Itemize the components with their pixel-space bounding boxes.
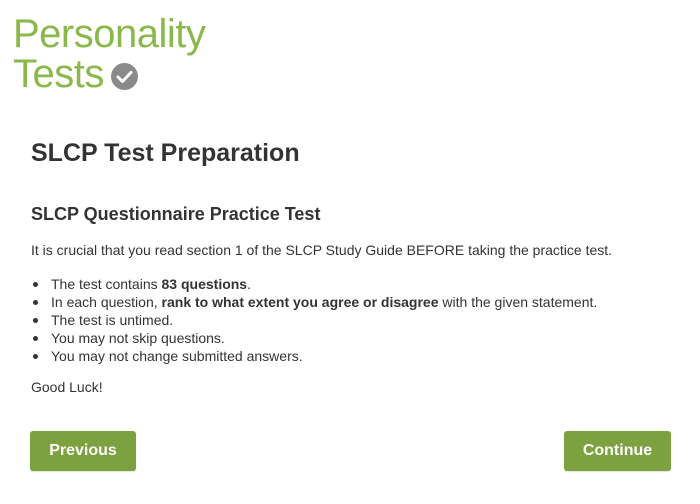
good-luck-text: Good Luck! [31, 379, 103, 395]
intro-text: It is crucial that you read section 1 of… [31, 242, 613, 258]
rule-item: You may not change submitted answers. [31, 347, 597, 365]
rule-item: The test contains 83 questions. [31, 275, 597, 293]
check-circle-icon [110, 62, 138, 90]
rules-list: The test contains 83 questions. In each … [31, 275, 597, 365]
personality-tests-logo: Personality Tests [13, 12, 206, 96]
previous-button[interactable]: Previous [30, 431, 136, 471]
rule-item: In each question, rank to what extent yo… [31, 293, 597, 311]
page-title: SLCP Test Preparation [31, 139, 300, 167]
section-title: SLCP Questionnaire Practice Test [31, 204, 321, 224]
continue-button[interactable]: Continue [564, 431, 671, 471]
rule-item: The test is untimed. [31, 311, 597, 329]
rule-item: You may not skip questions. [31, 329, 597, 347]
logo-text-line2: Tests [13, 52, 104, 96]
logo-text-line1: Personality [13, 12, 206, 56]
